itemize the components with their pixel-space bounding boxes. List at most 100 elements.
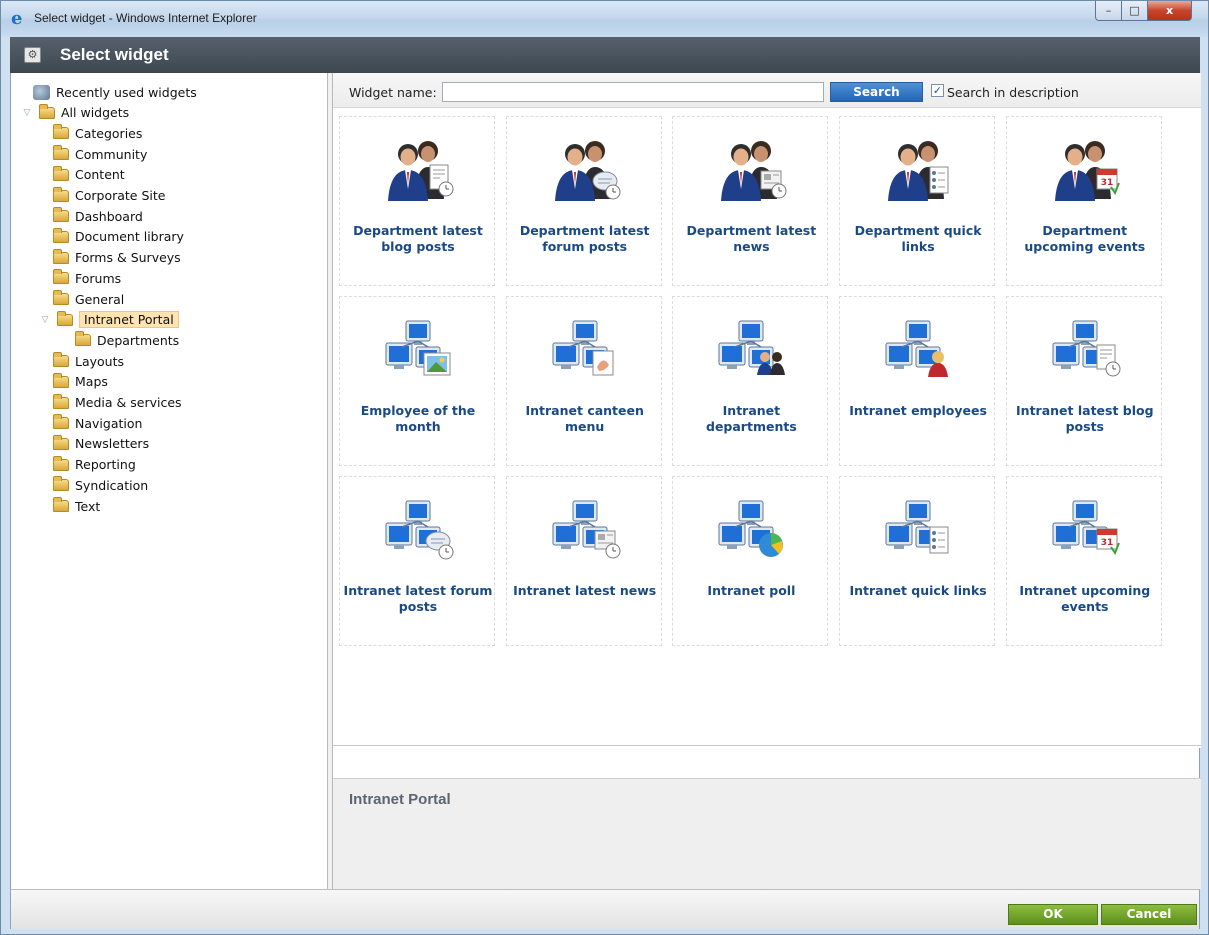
close-window-button[interactable]: x [1148,1,1192,21]
tree-item-reporting[interactable]: Reporting [53,455,136,475]
tree-item-label: Community [75,146,148,162]
widget-tile-label: Intranet departments [706,403,797,434]
search-bar: Widget name: Search ✓ Search in descript… [333,73,1201,108]
window-controls: – □ x [1095,1,1192,23]
widget-tile[interactable]: Intranet quick links [839,476,996,646]
folder-icon [53,165,69,181]
widget-tile[interactable]: Intranet poll [672,476,829,646]
widget-tile[interactable]: Intranet employees [839,296,996,466]
network-person-icon [880,317,956,383]
folder-icon [53,186,69,202]
dialog-footer: OK Cancel [10,889,1200,929]
widget-tile[interactable]: Employee of the month [339,296,495,466]
ok-button[interactable]: OK [1008,904,1098,925]
widget-browser: Widget name: Search ✓ Search in descript… [333,73,1201,889]
people-calendar-icon: 31 [1047,137,1123,203]
tree-item-label: Recently used widgets [56,84,197,100]
maximize-button[interactable]: □ [1122,1,1148,21]
folder-icon [53,455,69,471]
folder-icon [53,248,69,264]
svg-text:31: 31 [1101,178,1114,188]
tree-item-label: Forums [75,270,122,286]
tree-item-newsletters[interactable]: Newsletters [53,434,149,454]
expand-toggle-icon[interactable]: ▽ [21,108,33,118]
folder-icon [53,207,69,223]
window-title: Select widget - Windows Internet Explore… [34,11,257,25]
folder-icon [39,103,55,119]
window-titlebar: e Select widget - Windows Internet Explo… [1,1,1208,37]
tree-item-label: Navigation [75,415,143,431]
widget-tile[interactable]: Intranet latest blog posts [1005,296,1162,466]
tree-item-dashboard[interactable]: Dashboard [53,206,143,226]
tree-item-media-services[interactable]: Media & services [53,393,182,413]
tree-item-general[interactable]: General [53,289,124,309]
folder-icon [53,269,69,285]
search-in-description-checkbox[interactable]: ✓ [931,84,944,97]
tree-item-layouts[interactable]: Layouts [53,351,124,371]
widget-settings-icon: ⚙ [24,47,41,63]
svg-text:31: 31 [1101,538,1114,548]
tree-item-label: Newsletters [75,436,150,452]
category-tree: Recently used widgets ▽ All widgets Categor… [11,73,327,889]
tree-item-label: Text [75,498,101,514]
tree-item-text[interactable]: Text [53,496,100,516]
folder-icon [53,476,69,492]
folder-icon [53,145,69,161]
people-links-icon [880,137,956,203]
folder-icon [57,310,73,326]
search-in-description-label: Search in description [947,85,1079,100]
tree-item-label: Content [75,167,125,183]
cancel-button[interactable]: Cancel [1101,904,1197,925]
tree-item-label: General [75,291,125,307]
tree-item-label: Categories [75,125,143,141]
tree-item-content[interactable]: Content [53,165,125,185]
tree-item-departments[interactable]: Departments [75,330,179,350]
tree-item-forms-surveys[interactable]: Forms & Surveys [53,248,181,268]
tree-item-label: Reporting [75,457,136,473]
minimize-button[interactable]: – [1095,1,1122,21]
widget-tile[interactable]: Intranet canteen menu [505,296,662,466]
widget-tile[interactable]: Intranet latest news [505,476,662,646]
folder-icon [53,372,69,388]
widget-tile-label: Department quick links [854,223,982,254]
network-forum-icon [380,497,456,563]
tree-item-community[interactable]: Community [53,144,147,164]
widget-tile[interactable]: Department latest news [672,116,829,286]
people-news-icon [713,137,789,203]
network-poll-icon [713,497,789,563]
tree-item-label: Document library [75,229,184,245]
tree-item-categories[interactable]: Categories [53,123,142,143]
tree-item-syndication[interactable]: Syndication [53,475,148,495]
tree-item-label: Dashboard [75,208,143,224]
tree-item-forums[interactable]: Forums [53,268,121,288]
network-calendar-icon: 31 [1047,497,1123,563]
tree-item-label: Maps [75,374,108,390]
tree-item-document-library[interactable]: Document library [53,227,184,247]
widget-tile[interactable]: Department latest blog posts [339,116,495,286]
tree-item-root[interactable]: ▽ All widgets [21,103,129,123]
widget-tile-label: Employee of the month [360,403,476,434]
tree-item-label: Media & services [75,395,182,410]
tree-item-corporate-site[interactable]: Corporate Site [53,186,165,206]
network-picture-icon [380,317,456,383]
widget-tile[interactable]: Intranet departments [672,296,829,466]
widget-name-input[interactable] [442,82,824,102]
expand-toggle-icon[interactable]: ▽ [39,315,51,325]
widget-tile[interactable]: Department latest forum posts [505,116,662,286]
widget-tile[interactable]: Department quick links [839,116,996,286]
tree-item-intranet-portal[interactable]: ▽ Intranet Portal [39,310,179,330]
folder-icon [75,331,91,347]
widget-tile[interactable]: 31 Intranet upcoming events [1005,476,1162,646]
tree-item-label: Syndication [75,477,149,493]
search-button[interactable]: Search [830,82,923,102]
tree-item-navigation[interactable]: Navigation [53,413,142,433]
network-news-icon [547,497,623,563]
folder-icon [53,290,69,305]
widget-tile[interactable]: Intranet latest forum posts [339,476,495,646]
widget-tile[interactable]: 31 Department upcoming events [1005,116,1162,286]
tree-item-recent[interactable]: Recently used widgets [33,82,197,102]
widget-tile-label: Intranet poll [707,583,796,598]
dialog-body: Recently used widgets ▽ All widgets Categor… [10,73,1201,889]
tree-item-maps[interactable]: Maps [53,372,108,392]
recent-widgets-icon [33,84,50,100]
